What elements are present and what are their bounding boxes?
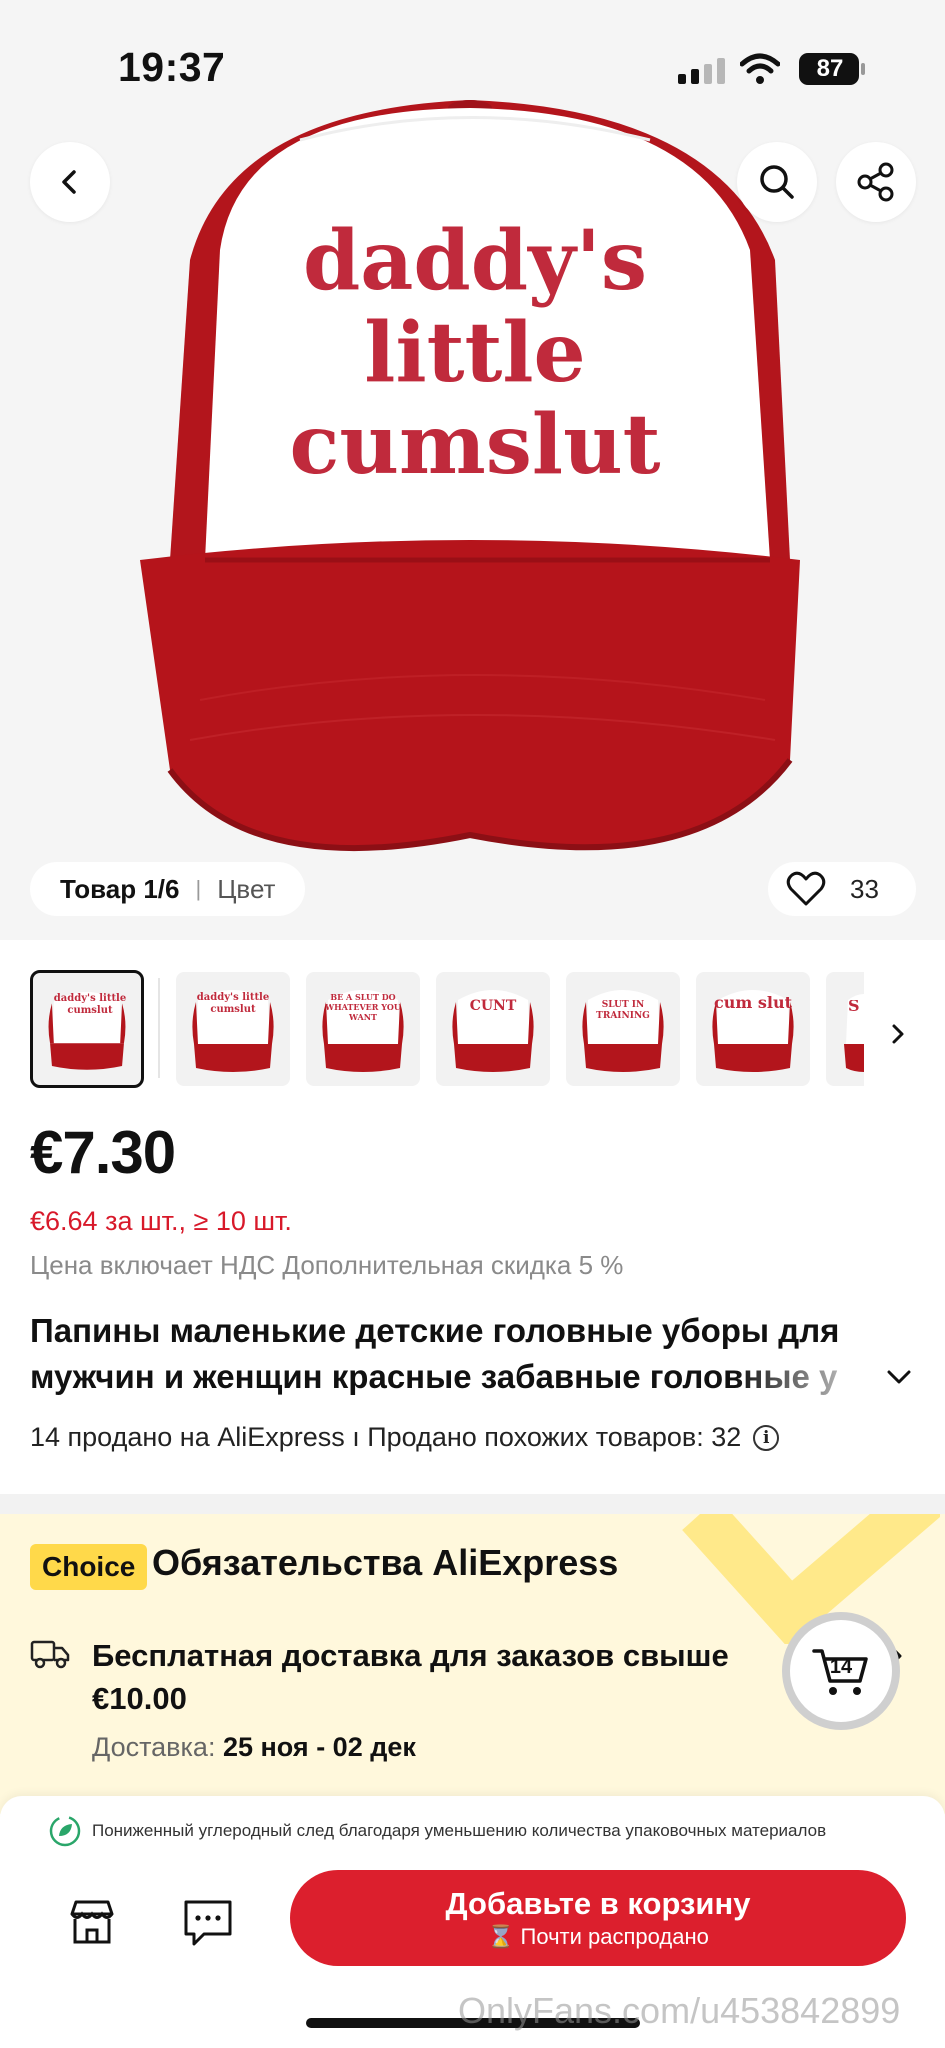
product-title[interactable]: Папины маленькие детские головные уборы … (30, 1308, 900, 1400)
delivery-label: Доставка: (92, 1732, 223, 1762)
cap-print-line: little (364, 305, 586, 401)
thumbnail-label: cum slut (714, 993, 792, 1012)
thumbnail-label: CUNT (469, 998, 517, 1014)
expand-title-chevron-icon[interactable] (884, 1362, 914, 1392)
chevron-left-icon (62, 170, 76, 194)
vat-note: Цена включает НДС Дополнительная скидка … (30, 1250, 624, 1280)
cap-print-line: cumslut (289, 397, 661, 493)
stock-warning-label: Почти распродано (520, 1924, 709, 1949)
share-icon (857, 162, 894, 202)
status-time: 19:37 (118, 44, 226, 90)
thumbnail-4[interactable]: CUNT (436, 972, 550, 1086)
thumbnail-3[interactable]: BE A SLUT DO WHATEVER YOU WANT (306, 972, 420, 1086)
thumbnail-strip[interactable]: daddy's little cumslut daddy's little cu… (0, 968, 945, 1090)
color-tab[interactable]: Цвет (217, 874, 275, 905)
thumbnail-cap-image (844, 994, 864, 1072)
cap-print-text: daddy's little cumslut (240, 215, 710, 491)
wifi-icon (740, 53, 780, 84)
add-to-cart-button[interactable]: Добавьте в корзину ⌛ Почти распродано (290, 1870, 906, 1966)
image-counter-label: Товар 1/6 (60, 873, 180, 904)
eco-notice: Пониженный углеродный след благодаря уме… (48, 1814, 826, 1848)
chevron-right-icon (892, 1024, 904, 1044)
sold-count-text: 14 продано на AliExpress ı Продано похож… (30, 1422, 742, 1452)
thumbnail-1[interactable]: daddy's little cumslut (30, 970, 144, 1088)
cap-print-line: daddy's (302, 213, 648, 309)
thumbnail-cap-image (192, 990, 274, 1072)
back-button[interactable] (30, 142, 110, 222)
product-title-line: Папины маленькие детские головные уборы … (30, 1312, 840, 1349)
share-button[interactable] (836, 142, 916, 222)
thumbnails-next-button[interactable] (878, 1014, 918, 1054)
free-shipping-title: Бесплатная доставка для заказов свыше €1… (92, 1638, 729, 1716)
thumbnail-cap-image (582, 990, 664, 1072)
wishlist-button[interactable]: 33 (768, 862, 916, 916)
thumbnail-cap-image (48, 992, 126, 1070)
hourglass-icon: ⌛ (487, 1924, 515, 1949)
info-icon[interactable]: i (753, 1424, 780, 1451)
counter-separator: | (195, 876, 202, 901)
watermark: OnlyFans.com/u453842899 (458, 1990, 901, 2031)
thumbnail-label: daddy's little cumslut (196, 992, 270, 1015)
eco-leaf-icon (49, 1815, 81, 1847)
chat-icon[interactable] (180, 1894, 236, 1950)
section-divider (0, 1494, 945, 1514)
product-title-line: мужчин и женщин красные забавные головны… (30, 1358, 838, 1395)
sold-count: 14 продано на AliExpress ı Продано похож… (30, 1422, 780, 1453)
cart-count-badge: 14 (829, 1656, 853, 1678)
product-image-gallery[interactable]: daddy's little cumslut 19:37 87 Товар 1/… (0, 0, 945, 940)
delivery-truck-icon (30, 1640, 70, 1669)
choice-badge: Choice (30, 1544, 148, 1590)
image-counter[interactable]: Товар 1/6 | Цвет (30, 862, 306, 916)
product-price: €7.30 (30, 1119, 176, 1186)
thumbnail-label: daddy's little cumslut (53, 993, 127, 1016)
thumbnail-label: SLUT IN TRAINING (596, 1000, 650, 1021)
heart-icon (786, 871, 826, 906)
add-to-cart-label: Добавьте в корзину (445, 1886, 751, 1921)
search-button[interactable] (737, 142, 817, 222)
thumbnail-6[interactable]: cum slut (696, 972, 810, 1086)
choice-title: Обязательства AliExpress (152, 1542, 619, 1583)
bulk-price: €6.64 за шт., ≥ 10 шт. (30, 1206, 292, 1236)
thumbnail-divider (158, 978, 160, 1078)
cellular-signal-icon (678, 58, 725, 84)
thumbnail-label: BE A SLUT DO WHATEVER YOU WANT (325, 992, 401, 1022)
eco-notice-text: Пониженный углеродный след благодаря уме… (92, 1821, 827, 1840)
status-bar: 19:37 87 (0, 0, 945, 140)
thumbnail-cap-image (452, 990, 534, 1072)
delivery-date-range: 25 ноя - 02 дек (222, 1732, 416, 1762)
delivery-dates: Доставка: 25 ноя - 02 дек (92, 1732, 416, 1763)
likes-count: 33 (850, 873, 879, 904)
thumbnail-7[interactable]: S (826, 972, 864, 1086)
stock-warning: ⌛ Почти распродано (487, 1924, 709, 1950)
thumbnail-5[interactable]: SLUT IN TRAINING (566, 972, 680, 1086)
search-icon (760, 165, 794, 199)
thumbnail-cap-image (322, 990, 404, 1072)
thumbnail-label: S (848, 1000, 860, 1012)
floating-cart-button[interactable]: 14 (782, 1612, 900, 1730)
battery-level: 87 (816, 55, 844, 82)
store-icon[interactable] (64, 1894, 120, 1950)
thumbnail-2[interactable]: daddy's little cumslut (176, 972, 290, 1086)
thumbnail-cap-image (712, 990, 794, 1072)
